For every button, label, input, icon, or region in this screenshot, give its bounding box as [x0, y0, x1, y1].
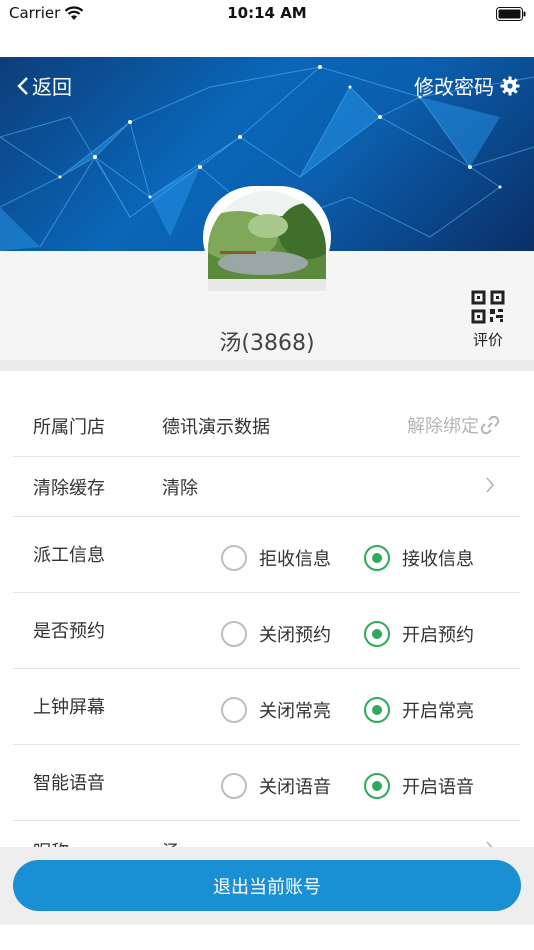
radio-circle-selected: [364, 621, 390, 647]
dispatch-reject-label: 拒收信息: [259, 549, 331, 570]
dispatch-label: 派工信息: [33, 545, 105, 566]
rating-qr-button[interactable]: 评价: [466, 290, 510, 350]
back-label: 返回: [32, 75, 72, 99]
voice-row: 智能语音 关闭语音 开启语音: [0, 745, 534, 821]
radio-circle: [221, 545, 247, 571]
radio-circle: [221, 621, 247, 647]
section-divider: [0, 360, 534, 371]
dispatch-reject-radio[interactable]: 拒收信息: [221, 545, 331, 571]
gear-icon: [500, 76, 520, 95]
dispatch-row: 派工信息 拒收信息 接收信息: [0, 517, 534, 593]
clear-cache-row[interactable]: 清除缓存 清除: [0, 457, 534, 517]
screen-on-radio[interactable]: 开启常亮: [364, 697, 474, 723]
screen-off-label: 关闭常亮: [259, 701, 331, 722]
rating-label: 评价: [472, 331, 503, 349]
chevron-right-icon: [486, 477, 495, 493]
screen-label: 上钟屏幕: [33, 697, 105, 718]
link-icon: [480, 415, 500, 435]
battery-icon: [496, 7, 526, 21]
clear-cache-label: 清除缓存: [33, 478, 105, 499]
store-value: 德讯演示数据: [162, 417, 270, 438]
dispatch-accept-label: 接收信息: [402, 549, 474, 570]
radio-circle: [221, 773, 247, 799]
status-time: 10:14 AM: [227, 4, 307, 22]
qr-code-icon: [471, 290, 505, 324]
radio-circle-selected: [364, 545, 390, 571]
change-password-button[interactable]: 修改密码: [414, 71, 520, 100]
voice-on-label: 开启语音: [402, 777, 474, 798]
unbind-label: 解除绑定: [407, 416, 479, 437]
booking-row: 是否预约 关闭预约 开启预约: [0, 593, 534, 669]
booking-label: 是否预约: [33, 621, 105, 642]
radio-circle: [221, 697, 247, 723]
booking-on-label: 开启预约: [402, 625, 474, 646]
chevron-left-icon: [17, 76, 28, 95]
dispatch-accept-radio[interactable]: 接收信息: [364, 545, 474, 571]
logout-button[interactable]: 退出当前账号: [13, 860, 521, 911]
screen-on-label: 开启常亮: [402, 701, 474, 722]
logout-label: 退出当前账号: [213, 876, 321, 898]
voice-label: 智能语音: [33, 773, 105, 794]
voice-off-label: 关闭语音: [259, 777, 331, 798]
screen-row: 上钟屏幕 关闭常亮 开启常亮: [0, 669, 534, 745]
status-bar: Carrier 10:14 AM: [0, 0, 534, 30]
unbind-button[interactable]: 解除绑定: [407, 412, 500, 438]
voice-off-radio[interactable]: 关闭语音: [221, 773, 331, 799]
booking-on-radio[interactable]: 开启预约: [364, 621, 474, 647]
back-button[interactable]: 返回: [16, 71, 72, 100]
booking-off-radio[interactable]: 关闭预约: [221, 621, 331, 647]
voice-on-radio[interactable]: 开启语音: [364, 773, 474, 799]
radio-circle-selected: [364, 773, 390, 799]
store-row: 所属门店 德讯演示数据 解除绑定: [0, 371, 534, 457]
screen-off-radio[interactable]: 关闭常亮: [221, 697, 331, 723]
store-label: 所属门店: [33, 417, 105, 438]
clear-cache-value: 清除: [162, 478, 198, 499]
radio-circle-selected: [364, 697, 390, 723]
username: 汤(3868): [219, 331, 315, 356]
booking-off-label: 关闭预约: [259, 625, 331, 646]
change-password-label: 修改密码: [414, 75, 494, 99]
